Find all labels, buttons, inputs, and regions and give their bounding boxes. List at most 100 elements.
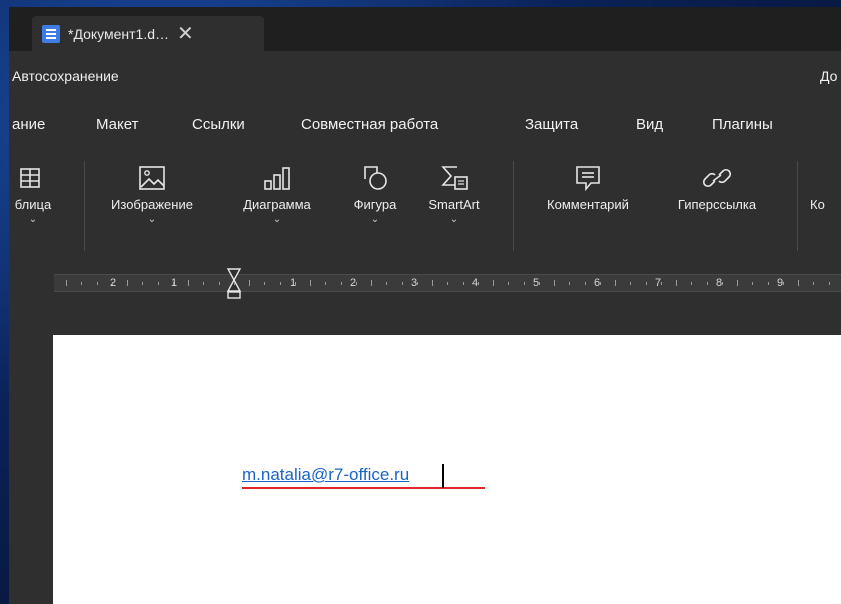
ruler-tick — [172, 282, 174, 285]
next-tool-button[interactable]: Ко — [810, 165, 841, 212]
table-icon — [20, 168, 40, 188]
ruler-tick — [310, 280, 311, 286]
title-row: Автосохранение До — [9, 63, 841, 93]
ruler-tick — [355, 282, 357, 285]
document-tab[interactable]: *Документ1.d… ✕ — [32, 16, 264, 51]
tab-collaboration[interactable]: Совместная работа — [301, 116, 438, 133]
ribbon-tabs: ание Макет Ссылки Совместная работа Защи… — [9, 110, 841, 140]
tab-bar: *Документ1.d… ✕ — [9, 7, 841, 51]
toolbar-separator — [84, 161, 85, 251]
comment-icon — [576, 166, 600, 191]
editor-window: *Документ1.d… ✕ Автосохранение До ание М… — [9, 7, 841, 604]
close-tab-icon[interactable]: ✕ — [177, 24, 194, 44]
hyperlink-button[interactable]: Гиперссылка — [661, 165, 773, 212]
ruler-tick — [325, 282, 327, 285]
chevron-down-icon[interactable]: ⌄ — [93, 214, 211, 225]
ruler-tick — [508, 282, 510, 285]
ruler-tick — [706, 282, 708, 285]
tab-insert[interactable]: ание — [12, 116, 45, 133]
ribbon-toolbar: блица ⌄ Изображение ⌄ Диаграмма ⌄ Фигура… — [9, 147, 841, 338]
shape-label: Фигура — [353, 197, 397, 212]
chevron-down-icon[interactable]: ⌄ — [337, 214, 413, 225]
ruler-tick — [630, 282, 632, 285]
ruler-tick — [752, 282, 754, 285]
ruler-tick — [477, 282, 479, 285]
autosave-toggle[interactable]: Автосохранение — [12, 68, 119, 84]
ruler-tick — [279, 282, 281, 285]
shape-icon — [364, 166, 387, 190]
tab-view[interactable]: Вид — [636, 116, 663, 133]
ruler-tick — [203, 282, 205, 285]
ruler-tick — [599, 282, 601, 285]
ruler-tick — [660, 282, 662, 285]
ruler-tick — [66, 280, 67, 286]
ruler-tick — [615, 280, 616, 286]
ruler-tick — [828, 282, 830, 285]
ruler-tick — [401, 282, 403, 285]
image-label: Изображение — [111, 197, 193, 212]
comment-button[interactable]: Комментарий — [528, 165, 648, 212]
hyperlink-text[interactable]: m.natalia@r7-office.ru — [242, 465, 409, 485]
ruler-tick — [493, 280, 494, 286]
chart-label: Диаграмма — [243, 197, 311, 212]
chevron-down-icon[interactable]: ⌄ — [9, 214, 63, 225]
image-button[interactable]: Изображение ⌄ — [93, 165, 211, 225]
ruler-tick — [645, 282, 647, 285]
tab-protection[interactable]: Защита — [525, 116, 578, 133]
ruler-tick — [371, 280, 372, 286]
hyperlink-label: Гиперссылка — [677, 197, 757, 212]
ruler-tick — [721, 282, 723, 285]
smartart-label: SmartArt — [428, 197, 480, 212]
document-menu-icon[interactable] — [42, 24, 60, 43]
image-icon — [139, 166, 165, 190]
ruler-tick — [127, 280, 128, 286]
table-button[interactable]: блица ⌄ — [9, 165, 63, 225]
chevron-down-icon[interactable]: ⌄ — [413, 214, 495, 225]
ruler-tick — [538, 282, 540, 285]
ruler-tick — [157, 282, 159, 285]
ruler-tick — [691, 282, 693, 285]
ruler-tick — [233, 282, 235, 285]
ruler-tick — [782, 282, 784, 285]
ruler-tick — [81, 282, 83, 285]
tab-references[interactable]: Ссылки — [192, 116, 245, 133]
ruler-tick — [249, 280, 250, 286]
document-name: До — [820, 68, 838, 84]
document-page[interactable]: m.natalia@r7-office.ru — [53, 335, 841, 604]
smartart-button[interactable]: SmartArt ⌄ — [413, 165, 495, 225]
tab-plugins[interactable]: Плагины — [712, 116, 773, 133]
ruler-tick — [462, 282, 464, 285]
horizontal-ruler[interactable]: 2 1 1 2 3 4 5 6 7 8 9 — [54, 268, 841, 299]
spellcheck-underline — [242, 487, 485, 489]
ruler-area: 2 1 1 2 3 4 5 6 7 8 9 — [9, 257, 841, 335]
toolbar-separator — [513, 161, 514, 251]
ruler-tick — [294, 282, 296, 285]
ruler-tick — [676, 280, 677, 286]
next-tool-label: Ко — [810, 197, 825, 212]
ruler-tick — [447, 282, 449, 285]
ruler-tick — [264, 282, 266, 285]
ruler-tick — [767, 282, 769, 285]
ruler-tick — [554, 280, 555, 286]
ruler-tick — [416, 282, 418, 285]
ruler-tick — [569, 282, 571, 285]
tab-title: *Документ1.d… — [68, 25, 170, 42]
chart-button[interactable]: Диаграмма ⌄ — [225, 165, 329, 225]
tab-layout[interactable]: Макет — [96, 116, 138, 133]
ruler-tick — [111, 282, 113, 285]
ruler-tick — [813, 282, 815, 285]
chevron-down-icon[interactable]: ⌄ — [225, 214, 329, 225]
ruler-tick — [737, 280, 738, 286]
hyperlink-icon — [703, 168, 731, 188]
ruler-tick — [218, 282, 220, 285]
text-cursor — [442, 464, 444, 488]
ruler-tick — [432, 280, 433, 286]
comment-label: Комментарий — [547, 197, 629, 212]
ruler-tick — [523, 282, 525, 285]
ruler-tick — [340, 282, 342, 285]
ruler-tick — [188, 280, 189, 286]
ruler-tick — [798, 280, 799, 286]
shape-button[interactable]: Фигура ⌄ — [337, 165, 413, 225]
ruler-tick — [584, 282, 586, 285]
toolbar-separator — [797, 161, 798, 251]
